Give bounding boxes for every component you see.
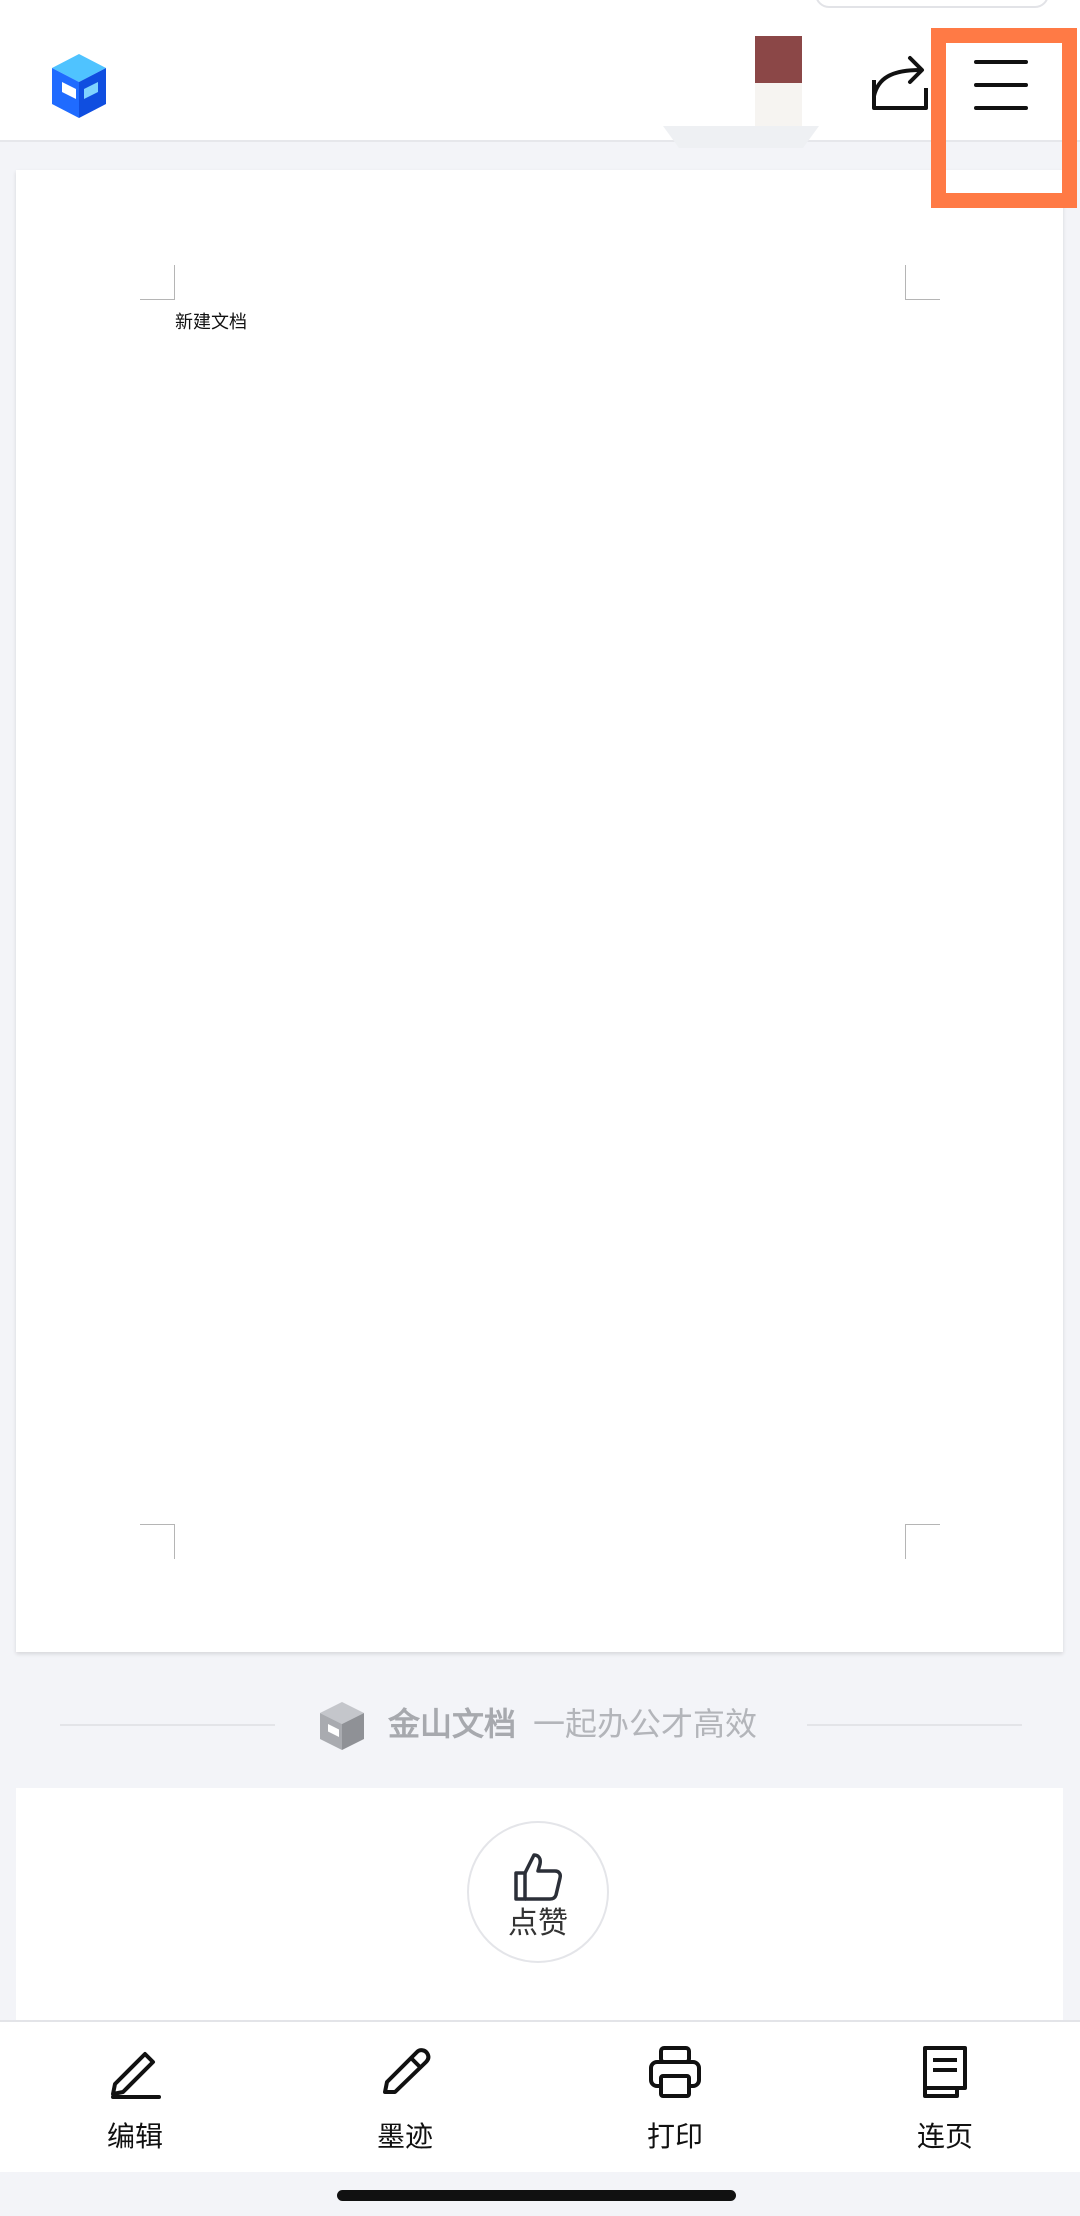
continuous-page-label: 连页 bbox=[916, 2120, 973, 2153]
page-corner-mark bbox=[905, 265, 940, 300]
thumbs-up-icon bbox=[514, 1853, 562, 1901]
print-label: 打印 bbox=[646, 2120, 703, 2153]
kdocs-logo-icon[interactable] bbox=[48, 52, 110, 120]
divider bbox=[60, 1724, 275, 1726]
printer-icon bbox=[649, 2046, 701, 2098]
bottom-toolbar: 编辑 墨迹 打印 连页 bbox=[0, 2020, 1080, 2172]
menu-icon[interactable] bbox=[966, 50, 1036, 120]
document-body-text: 新建文档 bbox=[175, 312, 247, 333]
avatar-tooltip-shadow bbox=[663, 126, 819, 148]
home-indicator-area bbox=[0, 2172, 1080, 2216]
screen: 新建文档 金山文档 一起办公才高效 点赞 编辑 墨迹 打印 连页 bbox=[0, 0, 1080, 2216]
print-button[interactable]: 打印 bbox=[540, 2022, 810, 2172]
ink-pen-icon bbox=[383, 2048, 431, 2094]
brand-footer: 金山文档 一起办公才高效 bbox=[0, 1690, 1080, 1760]
continuous-page-button[interactable]: 连页 bbox=[810, 2022, 1080, 2172]
page-corner-mark bbox=[140, 265, 175, 300]
brand-slogan: 一起办公才高效 bbox=[533, 1705, 758, 1743]
edit-pencil-icon bbox=[111, 2052, 161, 2099]
user-avatar[interactable] bbox=[755, 36, 802, 130]
like-button[interactable]: 点赞 bbox=[467, 1821, 609, 1963]
like-label: 点赞 bbox=[508, 1906, 568, 1941]
top-bar bbox=[0, 0, 1080, 142]
divider bbox=[807, 1724, 1022, 1726]
like-section: 点赞 bbox=[16, 1788, 1063, 2028]
edit-label: 编辑 bbox=[106, 2120, 163, 2153]
edit-button[interactable]: 编辑 bbox=[0, 2022, 270, 2172]
share-icon[interactable] bbox=[868, 50, 932, 114]
brand-name: 金山文档 bbox=[388, 1705, 517, 1743]
kdocs-brand-icon bbox=[320, 1702, 364, 1750]
top-pill-edge bbox=[815, 0, 1049, 8]
home-indicator[interactable] bbox=[337, 2190, 736, 2201]
ink-label: 墨迹 bbox=[376, 2120, 433, 2153]
document-page[interactable]: 新建文档 bbox=[16, 170, 1063, 1652]
page-corner-mark bbox=[905, 1524, 940, 1559]
continuous-page-icon bbox=[923, 2046, 967, 2098]
page-corner-mark bbox=[140, 1524, 175, 1559]
ink-button[interactable]: 墨迹 bbox=[270, 2022, 540, 2172]
